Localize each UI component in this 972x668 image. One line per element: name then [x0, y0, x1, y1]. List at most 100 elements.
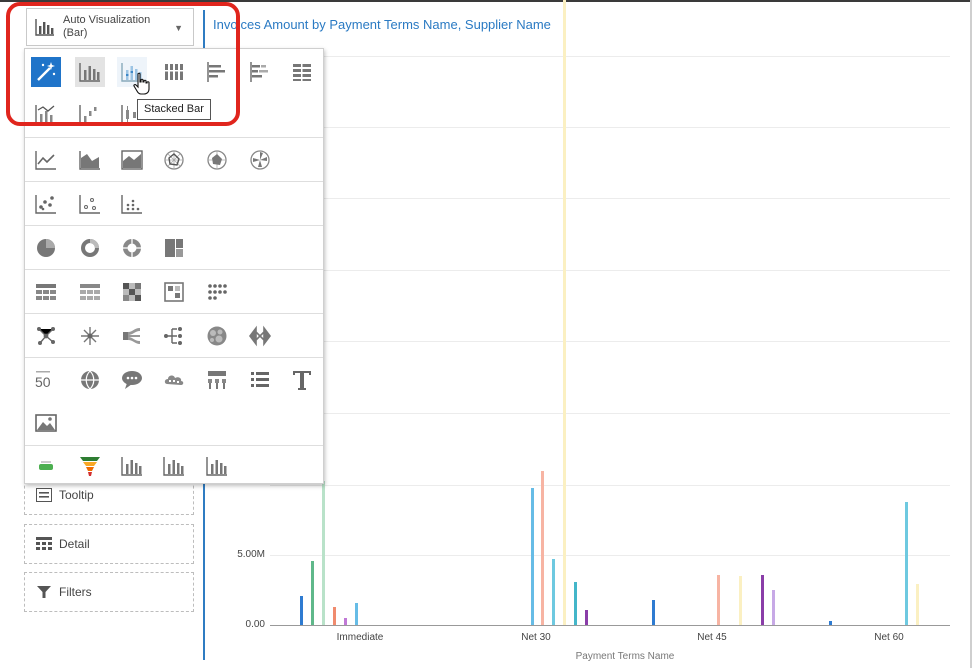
chart-bar[interactable] [332, 606, 336, 625]
tooltip-icon [36, 488, 52, 502]
gridline [270, 341, 950, 342]
x-axis-line [270, 625, 950, 626]
palette-group-table [25, 269, 323, 313]
progress-gauge-icon[interactable] [31, 451, 61, 481]
auto-visualization-icon[interactable] [31, 57, 61, 87]
text-box-icon[interactable] [287, 365, 317, 395]
tile-grid-icon[interactable] [202, 277, 232, 307]
chart-bar[interactable] [916, 584, 920, 625]
tag-cloud-icon[interactable] [159, 365, 189, 395]
chart-bar[interactable] [584, 609, 588, 625]
visualization-type-label: Auto Visualization (Bar) [63, 14, 151, 39]
stacked-area-icon[interactable] [117, 145, 147, 175]
detail-drop-zone[interactable]: Detail [24, 524, 194, 564]
y-tick-label: 5.00M [237, 549, 265, 560]
chart-bar[interactable] [552, 559, 556, 625]
visualization-type-dropdown[interactable]: Auto Visualization (Bar) ▼ [26, 8, 194, 46]
performance-tile-icon[interactable]: 50 [31, 365, 61, 395]
palette-group-bar [25, 49, 323, 137]
funnel-icon[interactable] [75, 451, 105, 481]
palette-group-line [25, 137, 323, 181]
area-chart-icon[interactable] [75, 145, 105, 175]
chart-bar[interactable] [530, 487, 534, 625]
x-axis-title: Payment Terms Name [575, 651, 675, 662]
donut-chart-icon[interactable] [75, 233, 105, 263]
svg-text:50: 50 [35, 374, 51, 390]
map-globe-icon[interactable] [75, 365, 105, 395]
chart-bar[interactable] [563, 0, 567, 625]
treemap-icon[interactable] [159, 233, 189, 263]
dot-plot-icon[interactable] [117, 189, 147, 219]
chart-bar[interactable] [739, 576, 743, 625]
chart-bar[interactable] [311, 560, 315, 625]
bar-chart-icon [35, 19, 54, 36]
sunburst-icon[interactable] [117, 233, 147, 263]
x-tick-label: Net 45 [697, 632, 727, 643]
gridline [270, 555, 950, 556]
tree-diagram-icon[interactable] [159, 321, 189, 351]
radar-line-icon[interactable] [159, 145, 189, 175]
word-cloud-speech-icon[interactable] [117, 365, 147, 395]
network-icon[interactable] [31, 321, 61, 351]
custom-bar-icon[interactable] [117, 451, 147, 481]
filters-drop-zone[interactable]: Filters [24, 572, 194, 612]
parallel-coordinates-icon[interactable] [245, 321, 275, 351]
bubble-icon[interactable] [75, 189, 105, 219]
stacked-100-bar-icon[interactable] [159, 57, 189, 87]
image-icon[interactable] [31, 408, 61, 438]
gridline [270, 198, 950, 199]
hand-pointer-icon [133, 72, 150, 95]
zone-label: Detail [59, 537, 90, 551]
chevron-down-icon: ▼ [174, 23, 183, 33]
x-tick-label: Net 30 [521, 632, 551, 643]
chart-bar[interactable] [573, 581, 577, 625]
chart-bar[interactable] [541, 471, 545, 625]
zone-label: Filters [59, 585, 92, 599]
chart-bar[interactable] [300, 595, 304, 625]
chord-diagram-icon[interactable] [117, 321, 147, 351]
x-tick-label: Net 60 [874, 632, 904, 643]
horizontal-bar-icon[interactable] [202, 57, 232, 87]
horizontal-100-bar-icon[interactable] [287, 57, 317, 87]
line-chart-icon[interactable] [31, 145, 61, 175]
chart-bar[interactable] [652, 599, 656, 625]
org-chart-icon[interactable] [202, 365, 232, 395]
stacked-bar-tooltip: Stacked Bar [137, 99, 211, 120]
custom-bar-icon[interactable] [202, 451, 232, 481]
table-icon[interactable] [31, 277, 61, 307]
correlation-matrix-icon[interactable] [159, 277, 189, 307]
chart-bar[interactable] [322, 480, 326, 625]
pivot-table-icon[interactable] [75, 277, 105, 307]
custom-bar-icon[interactable] [159, 451, 189, 481]
circle-pack-icon[interactable] [202, 321, 232, 351]
chart-bar[interactable] [717, 574, 721, 625]
bar-line-combo-icon[interactable] [31, 99, 61, 129]
pie-chart-icon[interactable] [31, 233, 61, 263]
gridline [270, 485, 950, 486]
zone-label: Tooltip [59, 488, 94, 502]
chart-bar[interactable] [829, 620, 833, 625]
chart-bar[interactable] [771, 590, 775, 625]
gridline [270, 270, 950, 271]
y-tick-label: 0.00 [245, 619, 265, 630]
chart-bar[interactable] [760, 574, 764, 625]
waterfall-icon[interactable] [75, 99, 105, 129]
radar-area-icon[interactable] [202, 145, 232, 175]
bar-chart-icon[interactable] [75, 57, 105, 87]
window-top-border [0, 0, 972, 2]
list-icon[interactable] [245, 365, 275, 395]
heat-map-icon[interactable] [117, 277, 147, 307]
palette-group-scatter [25, 181, 323, 225]
detail-icon [36, 537, 52, 550]
palette-group-misc: 50 [25, 357, 323, 445]
filter-icon [37, 586, 51, 598]
radar-bar-icon[interactable] [245, 145, 275, 175]
chart-bar[interactable] [343, 618, 347, 625]
sankey-icon[interactable] [75, 321, 105, 351]
scatter-icon[interactable] [31, 189, 61, 219]
x-tick-label: Immediate [336, 632, 384, 643]
palette-group-network [25, 313, 323, 357]
horizontal-stacked-bar-icon[interactable] [245, 57, 275, 87]
chart-bar[interactable] [905, 501, 909, 625]
chart-bar[interactable] [354, 602, 358, 625]
